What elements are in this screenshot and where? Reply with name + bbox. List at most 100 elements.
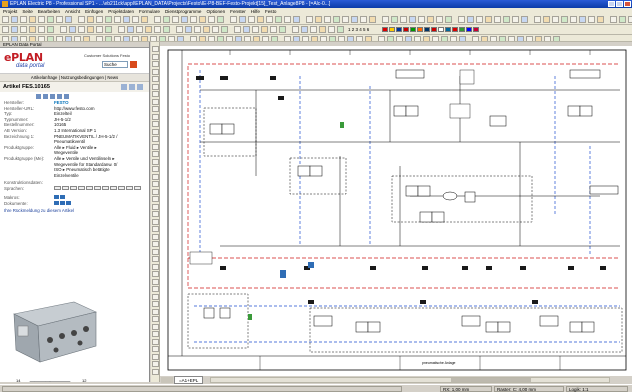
menu-optionen[interactable]: Optionen — [207, 8, 226, 15]
toolbar-button[interactable] — [38, 26, 45, 33]
toolbar-button[interactable] — [141, 16, 148, 23]
toolbar-button[interactable] — [597, 16, 604, 23]
menu-projektdaten[interactable]: Projektdaten — [108, 8, 134, 15]
toolbar-button[interactable] — [512, 16, 519, 23]
toolbar-button[interactable] — [243, 26, 250, 33]
vertical-toolbar-button[interactable] — [152, 308, 159, 315]
toolbar-button[interactable] — [360, 16, 367, 23]
menu-festo[interactable]: Festo — [265, 8, 277, 15]
vertical-toolbar-button[interactable] — [152, 83, 159, 90]
toolbar-button[interactable] — [96, 26, 103, 33]
toolbar-button[interactable] — [252, 26, 259, 33]
language-flag-icon[interactable] — [466, 27, 472, 32]
toolbar-button[interactable] — [628, 16, 632, 23]
toolbar-button[interactable] — [293, 16, 300, 23]
vertical-toolbar-button[interactable] — [152, 46, 159, 52]
toolbar-button[interactable] — [105, 16, 112, 23]
horizontal-scrollbar[interactable] — [210, 377, 610, 383]
vertical-toolbar-button[interactable] — [152, 196, 159, 202]
toolbar-button[interactable] — [579, 16, 586, 23]
language-flag-icon[interactable] — [424, 27, 430, 32]
vertical-toolbar-button[interactable] — [152, 316, 159, 322]
vertical-toolbar-button[interactable] — [152, 256, 159, 262]
language-flag-icon[interactable] — [438, 27, 444, 32]
vertical-toolbar-button[interactable] — [152, 301, 159, 307]
language-flag-icon[interactable] — [452, 27, 458, 32]
toolbar-button[interactable] — [163, 26, 170, 33]
vertical-toolbar-button[interactable] — [152, 331, 159, 337]
toolbar-button[interactable] — [458, 16, 465, 23]
sheet-tab[interactable]: =A1+EPL — [174, 376, 204, 384]
menu-einfuegen[interactable]: Einfügen — [85, 8, 103, 15]
toolbar-button[interactable] — [87, 16, 94, 23]
toolbar-button[interactable] — [154, 26, 161, 33]
mail-icon[interactable] — [64, 93, 69, 99]
toolbar-button[interactable] — [270, 26, 277, 33]
toolbar-button[interactable] — [203, 26, 210, 33]
toolbar-button[interactable] — [382, 16, 389, 23]
language-flag-icon[interactable] — [389, 27, 395, 32]
vertical-toolbar-button[interactable] — [152, 271, 159, 277]
vertical-toolbar-button[interactable] — [152, 61, 159, 67]
language-flag-icon[interactable] — [473, 27, 479, 32]
macro-icons[interactable] — [54, 194, 65, 201]
toolbar-button[interactable] — [279, 26, 286, 33]
menu-hilfe[interactable]: Hilfe — [251, 8, 260, 15]
toolbar-button[interactable] — [337, 26, 344, 33]
toolbar-button[interactable] — [306, 16, 313, 23]
toolbar-button[interactable] — [543, 16, 550, 23]
vertical-toolbar-button[interactable] — [152, 353, 159, 360]
toolbar-button[interactable] — [20, 26, 27, 33]
vertical-toolbar-button[interactable] — [152, 98, 159, 105]
toolbar-button[interactable] — [123, 16, 130, 23]
toolbar-button[interactable] — [163, 16, 170, 23]
toolbar-button[interactable] — [20, 16, 27, 23]
toolbar-button[interactable] — [445, 16, 452, 23]
toolbar-button[interactable] — [418, 16, 425, 23]
close-button[interactable] — [624, 1, 631, 7]
toolbar-button[interactable] — [47, 16, 54, 23]
toolbar-button[interactable] — [427, 16, 434, 23]
vertical-toolbar-button[interactable] — [152, 286, 159, 292]
language-flag-icon[interactable] — [417, 27, 423, 32]
toolbar-button[interactable] — [310, 26, 317, 33]
toolbar-button[interactable] — [69, 26, 76, 33]
toolbar-button[interactable] — [485, 16, 492, 23]
vertical-toolbar-button[interactable] — [152, 181, 159, 187]
vertical-toolbar-button[interactable] — [152, 346, 159, 352]
language-flag-icon[interactable] — [459, 27, 465, 32]
toolbar-button[interactable] — [467, 16, 474, 23]
toolbar-button[interactable] — [56, 16, 63, 23]
toolbar-button[interactable] — [248, 16, 255, 23]
toolbar-button[interactable] — [476, 16, 483, 23]
toolbar-button[interactable] — [60, 26, 67, 33]
vertical-toolbar-button[interactable] — [152, 241, 159, 247]
search-input[interactable] — [102, 61, 128, 68]
toolbar-button[interactable] — [208, 16, 215, 23]
menu-dienstprogramme[interactable]: Dienstprogramme — [165, 8, 202, 15]
favorite-icon[interactable] — [129, 84, 135, 90]
language-flag-icon[interactable] — [403, 27, 409, 32]
toolbar-button[interactable] — [172, 16, 179, 23]
toolbar-button[interactable] — [118, 26, 125, 33]
toolbar-button[interactable] — [239, 16, 246, 23]
print-icon[interactable] — [121, 84, 127, 90]
toolbar-button[interactable] — [185, 26, 192, 33]
toolbar-button[interactable] — [333, 16, 340, 23]
menu-fenster[interactable]: Fenster — [230, 8, 246, 15]
toolbar-button[interactable] — [38, 16, 45, 23]
toolbar-button[interactable] — [351, 16, 358, 23]
vertical-toolbar-button[interactable] — [152, 91, 159, 97]
toolbar-button[interactable] — [234, 26, 241, 33]
info-icon[interactable] — [137, 84, 143, 90]
language-flag-icon[interactable] — [431, 27, 437, 32]
toolbar-button[interactable] — [230, 16, 237, 23]
toolbar-button[interactable] — [275, 16, 282, 23]
document-icons[interactable] — [54, 201, 71, 207]
toolbar-button[interactable] — [127, 26, 134, 33]
toolbar-button[interactable] — [561, 16, 568, 23]
toolbar-button[interactable] — [494, 16, 501, 23]
toolbar-button[interactable] — [521, 16, 528, 23]
minimize-button[interactable] — [608, 1, 615, 7]
vertical-toolbar-button[interactable] — [152, 211, 159, 217]
